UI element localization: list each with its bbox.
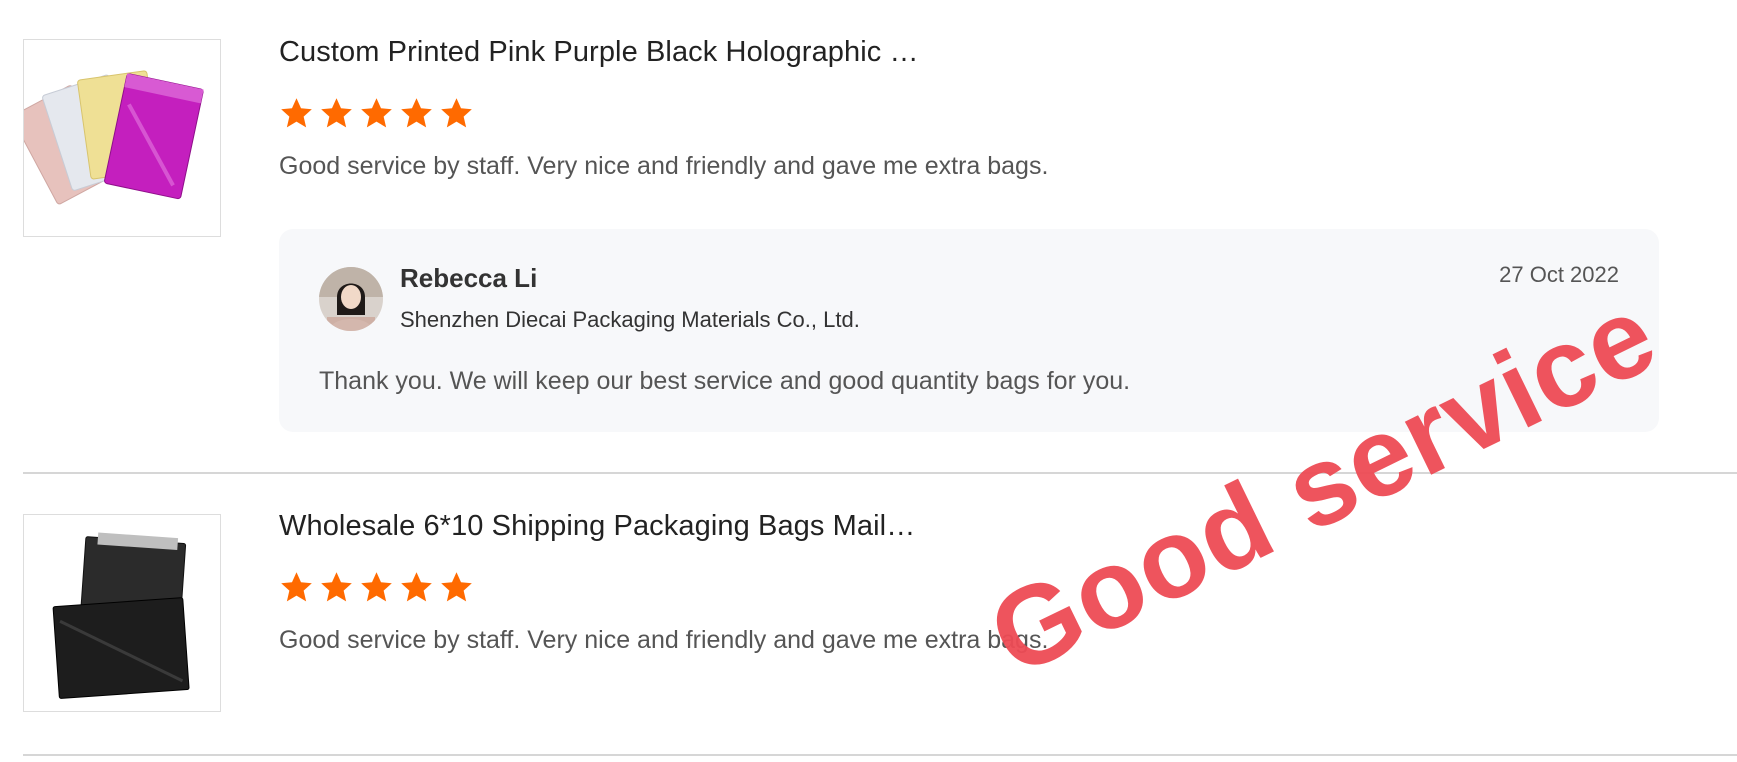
star-icon	[319, 96, 354, 131]
star-icon	[279, 570, 314, 605]
product-title[interactable]: Wholesale 6*10 Shipping Packaging Bags M…	[279, 510, 915, 543]
star-icon	[399, 96, 434, 131]
review-comment: Good service by staff. Very nice and fri…	[279, 626, 1049, 654]
product-title[interactable]: Custom Printed Pink Purple Black Hologra…	[279, 36, 919, 69]
star-icon	[439, 96, 474, 131]
star-icon	[359, 96, 394, 131]
star-icon	[279, 96, 314, 131]
holographic-bubble-mailers-image	[24, 40, 220, 236]
reply-text: Thank you. We will keep our best service…	[319, 367, 1131, 395]
product-thumbnail[interactable]	[23, 39, 221, 237]
rating-stars	[279, 570, 474, 605]
product-thumbnail[interactable]	[23, 514, 221, 712]
star-icon	[319, 570, 354, 605]
avatar	[319, 267, 383, 331]
divider	[23, 754, 1737, 756]
avatar-photo-icon	[319, 267, 383, 331]
star-icon	[439, 570, 474, 605]
review-comment: Good service by staff. Very nice and fri…	[279, 152, 1049, 180]
black-bubble-mailers-image	[24, 515, 220, 711]
star-icon	[359, 570, 394, 605]
rating-stars	[279, 96, 474, 131]
replier-name: Rebecca Li	[400, 263, 538, 293]
star-icon	[399, 570, 434, 605]
replier-company[interactable]: Shenzhen Diecai Packaging Materials Co.,…	[400, 307, 860, 333]
